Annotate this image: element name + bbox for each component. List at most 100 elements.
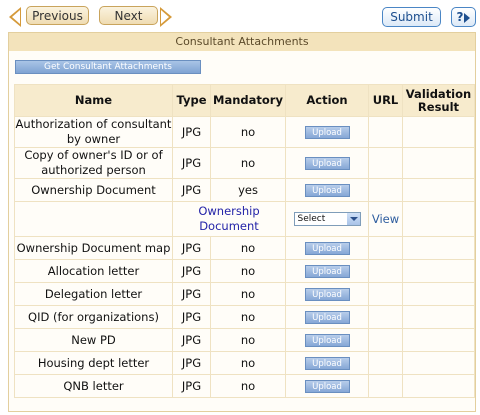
row-validation — [402, 351, 475, 375]
top-toolbar: Previous Next Submit ? — [0, 0, 480, 32]
row-url — [368, 147, 403, 179]
row-type: JPG — [172, 147, 211, 179]
row-mandatory: no — [210, 374, 286, 398]
ownership-document-link[interactable]: Ownership Document — [172, 201, 286, 237]
sub-row-empty — [14, 201, 173, 237]
row-validation — [402, 305, 475, 329]
row-type: JPG — [172, 328, 211, 352]
document-select-dropdown[interactable]: Select — [293, 212, 361, 227]
row-validation — [402, 328, 475, 352]
get-consultant-attachments-button[interactable]: Get Consultant Attachments — [15, 60, 201, 74]
row-validation — [402, 116, 475, 148]
sub-row-ownership-document: Ownership Document Select View — [14, 201, 475, 237]
next-button[interactable]: Next — [99, 6, 158, 25]
previous-arrow-inner — [12, 10, 20, 24]
upload-button[interactable]: Upload — [304, 126, 350, 139]
row-name: QID (for organizations) — [14, 305, 173, 329]
table-row: New PD JPG no Upload — [14, 328, 475, 352]
sub-row-select-cell: Select — [285, 201, 369, 237]
chevron-down-icon[interactable] — [346, 213, 360, 226]
row-action: Upload — [285, 236, 369, 260]
table-row: QID (for organizations) JPG no Upload — [14, 305, 475, 329]
upload-button[interactable]: Upload — [304, 157, 350, 170]
row-name: QNB letter — [14, 374, 173, 398]
view-link[interactable]: View — [368, 201, 403, 237]
column-header-type[interactable]: Type — [172, 84, 211, 117]
row-url — [368, 351, 403, 375]
table-row: Copy of owner's ID or of authorized pers… — [14, 147, 475, 179]
column-header-mandatory[interactable]: Mandatory — [210, 84, 286, 117]
column-header-url: URL — [368, 84, 403, 117]
upload-button[interactable]: Upload — [304, 184, 350, 197]
row-type: JPG — [172, 351, 211, 375]
row-action: Upload — [285, 116, 369, 148]
row-mandatory: no — [210, 351, 286, 375]
row-url — [368, 259, 403, 283]
help-question-label: ? — [456, 10, 464, 24]
row-mandatory: no — [210, 116, 286, 148]
row-name: Copy of owner's ID or of authorized pers… — [14, 147, 173, 179]
row-name: Allocation letter — [14, 259, 173, 283]
row-mandatory: no — [210, 259, 286, 283]
row-name: Ownership Document map — [14, 236, 173, 260]
row-action: Upload — [285, 351, 369, 375]
row-validation — [402, 147, 475, 179]
column-header-validation: Validation Result — [402, 84, 475, 117]
row-action: Upload — [285, 305, 369, 329]
row-name: Housing dept letter — [14, 351, 173, 375]
play-arrow-icon — [464, 12, 471, 23]
table-row: Ownership Document JPG yes Upload — [14, 178, 475, 202]
row-action: Upload — [285, 147, 369, 179]
row-mandatory: yes — [210, 178, 286, 202]
table-row: Authorization of consultant by owner JPG… — [14, 116, 475, 148]
row-name: Ownership Document — [14, 178, 173, 202]
upload-button[interactable]: Upload — [304, 311, 350, 324]
row-action: Upload — [285, 282, 369, 306]
row-url — [368, 178, 403, 202]
row-type: JPG — [172, 259, 211, 283]
column-header-action: Action — [285, 84, 369, 117]
help-button[interactable]: ? — [451, 7, 476, 27]
row-action: Upload — [285, 328, 369, 352]
row-action: Upload — [285, 374, 369, 398]
row-url — [368, 374, 403, 398]
row-name: New PD — [14, 328, 173, 352]
upload-button[interactable]: Upload — [304, 242, 350, 255]
row-type: JPG — [172, 116, 211, 148]
row-action: Upload — [285, 259, 369, 283]
column-header-name[interactable]: Name — [14, 84, 173, 117]
table-header-row: Name Type Mandatory Action URL Validatio… — [14, 84, 475, 117]
upload-button[interactable]: Upload — [304, 334, 350, 347]
sub-row-empty — [402, 201, 475, 237]
upload-button[interactable]: Upload — [304, 288, 350, 301]
previous-button[interactable]: Previous — [26, 6, 89, 25]
row-mandatory: no — [210, 282, 286, 306]
row-mandatory: no — [210, 236, 286, 260]
table-row: QNB letter JPG no Upload — [14, 374, 475, 398]
row-mandatory: no — [210, 305, 286, 329]
row-mandatory: no — [210, 147, 286, 179]
table-row: Allocation letter JPG no Upload — [14, 259, 475, 283]
row-validation — [402, 282, 475, 306]
next-arrow-inner — [161, 10, 169, 24]
row-url — [368, 236, 403, 260]
row-name: Authorization of consultant by owner — [14, 116, 173, 148]
upload-button[interactable]: Upload — [304, 380, 350, 393]
row-type: JPG — [172, 374, 211, 398]
row-type: JPG — [172, 305, 211, 329]
table-row: Delegation letter JPG no Upload — [14, 282, 475, 306]
row-validation — [402, 374, 475, 398]
row-url — [368, 116, 403, 148]
row-url — [368, 305, 403, 329]
upload-button[interactable]: Upload — [304, 265, 350, 278]
upload-button[interactable]: Upload — [304, 357, 350, 370]
row-type: JPG — [172, 236, 211, 260]
row-url — [368, 282, 403, 306]
panel-title: Consultant Attachments — [9, 33, 475, 51]
row-action: Upload — [285, 178, 369, 202]
submit-button[interactable]: Submit — [382, 7, 441, 27]
row-validation — [402, 236, 475, 260]
row-validation — [402, 259, 475, 283]
table-row: Housing dept letter JPG no Upload — [14, 351, 475, 375]
row-type: JPG — [172, 178, 211, 202]
